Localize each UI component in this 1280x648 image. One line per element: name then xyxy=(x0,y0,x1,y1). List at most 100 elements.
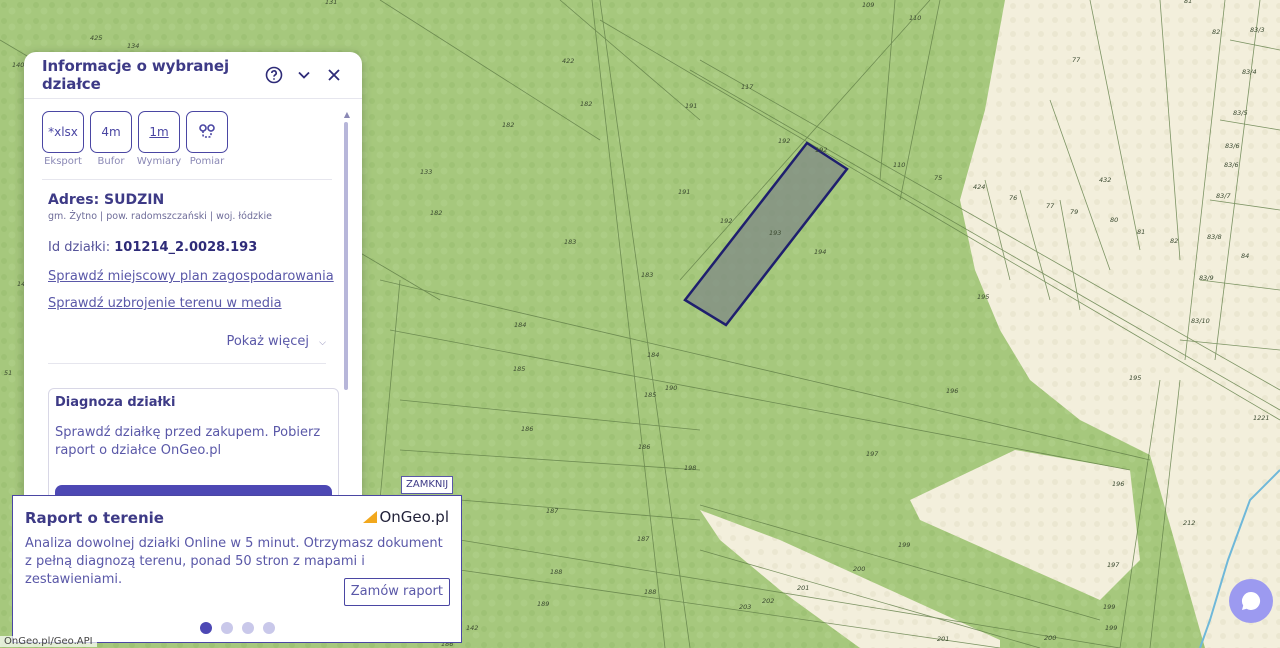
parcel-number-label: 192 xyxy=(720,217,732,225)
parcel-number-label: 185 xyxy=(644,391,656,399)
parcel-number-label: 82 xyxy=(1212,28,1220,36)
parcel-number-label: 142 xyxy=(466,624,478,632)
carousel-dot[interactable] xyxy=(221,622,233,634)
brand-logo: OnGeo.pl xyxy=(363,508,449,526)
tool-buffer: 4m Bufor xyxy=(90,111,132,167)
parcel-number-label: 79 xyxy=(1070,208,1078,216)
parcel-number-label: 84 xyxy=(1241,252,1249,260)
dimensions-button[interactable]: 1m xyxy=(138,111,180,153)
parcel-number-label: 212 xyxy=(1183,519,1195,527)
chat-button[interactable] xyxy=(1229,579,1273,623)
carousel-dots xyxy=(200,622,275,634)
tool-row: *xlsx Eksport 4m Bufor 1m Wymiary Pomiar xyxy=(24,99,362,167)
parcel-number-label: 184 xyxy=(647,351,659,359)
close-promo-button[interactable]: ZAMKNIJ xyxy=(401,476,454,494)
parcel-number-label: 82 xyxy=(1170,237,1178,245)
parcel-number-label: 133 xyxy=(420,168,432,176)
close-icon[interactable] xyxy=(322,63,346,87)
parcel-number-label: 195 xyxy=(1129,374,1141,382)
parcel-number-label: 182 xyxy=(430,209,442,217)
show-more-button[interactable]: Pokaż więcej ⌵ xyxy=(226,334,326,349)
parcel-number-label: 83/7 xyxy=(1216,192,1231,200)
help-icon[interactable] xyxy=(262,63,286,87)
parcel-number-label: 203 xyxy=(739,603,751,611)
parcel-number-label: 189 xyxy=(537,600,549,608)
parcel-number-label: 197 xyxy=(1107,561,1120,569)
panel-scrollbar[interactable] xyxy=(344,122,348,390)
parcel-number-label: 140 xyxy=(12,61,24,69)
parcel-number-label: 192 xyxy=(815,146,827,154)
parcel-number-label: 200 xyxy=(853,565,865,573)
parcel-number-label: 83/5 xyxy=(1233,109,1248,117)
parcel-number-label: 192 xyxy=(778,137,790,145)
parcel-number-label: 183 xyxy=(641,271,653,279)
parcel-number-label: 81 xyxy=(1137,228,1145,236)
parcel-number-label: 83/6 xyxy=(1224,161,1239,169)
parcel-number-label: 185 xyxy=(513,365,525,373)
address-subtitle: gm. Żytno | pow. radomszczański | woj. ł… xyxy=(48,211,272,222)
parcel-number-label: 183 xyxy=(564,238,576,246)
report-promo-banner: Raport o terenie OnGeo.pl Analiza dowoln… xyxy=(12,495,462,643)
parcel-number-label: 77 xyxy=(1046,202,1055,210)
parcel-id: Id działki: 101214_2.0028.193 xyxy=(24,222,362,255)
parcel-number-label: 200 xyxy=(1044,634,1056,642)
carousel-dot[interactable] xyxy=(263,622,275,634)
parcel-number-label: 76 xyxy=(1009,194,1017,202)
parcel-number-label: 193 xyxy=(769,229,781,237)
measure-button[interactable] xyxy=(186,111,228,153)
carousel-dot[interactable] xyxy=(242,622,254,634)
chevron-down-icon: ⌵ xyxy=(319,338,326,348)
parcel-number-label: 190 xyxy=(665,384,677,392)
parcel-number-label: 1221 xyxy=(1253,414,1270,422)
parcel-number-label: 75 xyxy=(934,174,942,182)
tool-measure: Pomiar xyxy=(186,111,228,167)
parcel-number-label: 196 xyxy=(946,387,958,395)
map-attribution: OnGeo.pl/Geo.API xyxy=(0,636,97,647)
carousel-dot[interactable] xyxy=(200,622,212,634)
divider xyxy=(48,363,326,364)
parcel-number-label: 109 xyxy=(862,1,874,9)
diagnosis-text: Sprawdź działkę przed zakupem. Pobierz r… xyxy=(55,425,321,458)
parcel-number-label: 184 xyxy=(514,321,526,329)
parcel-number-label: 195 xyxy=(977,293,989,301)
parcel-number-label: 83/3 xyxy=(1250,26,1265,34)
show-more-label: Pokaż więcej xyxy=(226,334,310,349)
utilities-link[interactable]: Sprawdź uzbrojenie terenu w media xyxy=(48,296,362,311)
parcel-number-label: 77 xyxy=(1072,56,1081,64)
promo-title: Raport o terenie xyxy=(25,509,164,527)
parcel-number-label: 422 xyxy=(562,57,574,65)
tool-label: Bufor xyxy=(97,156,125,167)
parcel-number-label: 201 xyxy=(937,635,949,643)
parcel-number-label: 110 xyxy=(909,14,921,22)
buffer-button[interactable]: 4m xyxy=(90,111,132,153)
tool-dimensions: 1m Wymiary xyxy=(136,111,182,167)
tool-label: Wymiary xyxy=(136,156,182,167)
scroll-up-icon[interactable]: ▲ xyxy=(344,110,350,119)
parcel-number-label: 83/4 xyxy=(1242,68,1257,76)
parcel-number-label: 83/6 xyxy=(1225,142,1240,150)
tool-label: Eksport xyxy=(44,156,82,167)
parcel-number-label: 81 xyxy=(1184,0,1192,5)
parcel-number-label: 201 xyxy=(797,584,809,592)
parcel-number-label: 51 xyxy=(4,369,12,377)
parcel-number-label: 182 xyxy=(502,121,514,129)
parcel-id-value: 101214_2.0028.193 xyxy=(114,240,258,255)
parcel-number-label: 188 xyxy=(644,588,656,596)
parcel-number-label: 80 xyxy=(1110,216,1118,224)
parcel-number-label: 196 xyxy=(1112,480,1124,488)
zoning-plan-link[interactable]: Sprawdź miejscowy plan zagospodarowania xyxy=(48,269,362,284)
parcel-number-label: 187 xyxy=(546,507,559,515)
parcel-number-label: 110 xyxy=(893,161,905,169)
parcel-number-label: 187 xyxy=(637,535,650,543)
panel-title: Informacje o wybranej działce xyxy=(42,57,229,93)
parcel-number-label: 83/10 xyxy=(1191,317,1210,325)
order-report-button[interactable]: Zamów raport xyxy=(343,578,450,606)
brand-name: OnGeo.pl xyxy=(379,508,449,526)
parcel-number-label: 186 xyxy=(521,425,533,433)
chevron-down-icon[interactable] xyxy=(292,63,316,87)
parcel-number-label: 191 xyxy=(685,102,697,110)
parcel-number-label: 83/9 xyxy=(1199,274,1214,282)
address-title: Adres: SUDZIN xyxy=(48,192,165,208)
export-xlsx-button[interactable]: *xlsx xyxy=(42,111,84,153)
parcel-number-label: 197 xyxy=(866,450,879,458)
